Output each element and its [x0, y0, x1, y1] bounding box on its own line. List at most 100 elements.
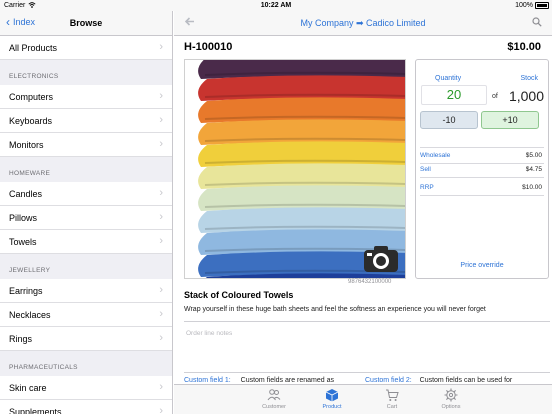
product-price: $10.00	[507, 41, 541, 53]
towel-layer	[198, 163, 405, 189]
chevron-right-icon: ›	[159, 235, 163, 247]
category-list: All Products › ELECTRONICS Computers › Ke…	[0, 36, 172, 414]
category-label: Supplements	[9, 406, 62, 414]
category-label: Earrings	[9, 285, 43, 296]
decrease-quantity-button[interactable]: -10	[420, 111, 478, 129]
product-detail-pane: My Company ➡ Cadico Limited H-100010 $10…	[174, 11, 552, 414]
browse-navbar: ‹ Index Browse	[0, 11, 172, 36]
wholesale-value: $5.00	[525, 152, 542, 159]
category-label: Computers	[9, 91, 54, 102]
custom-field-1-label: Custom field 1:	[184, 377, 231, 384]
chevron-right-icon: ›	[159, 332, 163, 344]
section-header: HOMEWARE	[9, 170, 51, 177]
category-label: Skin care	[9, 382, 47, 393]
category-label: All Products	[9, 42, 58, 53]
category-label: Necklaces	[9, 309, 51, 320]
status-time: 10:22 AM	[260, 2, 292, 9]
category-row[interactable]: Monitors ›	[0, 133, 172, 157]
divider	[420, 147, 544, 148]
browse-pane: ‹ Index Browse All Products › ELECTRONICS…	[0, 11, 173, 414]
chevron-right-icon: ›	[159, 90, 163, 102]
custom-field-2: Custom field 2: Custom fields can be use…	[365, 377, 512, 384]
tab-options[interactable]: Options	[426, 388, 476, 410]
category-label: Towels	[9, 236, 37, 247]
gear-icon	[444, 388, 458, 402]
chevron-right-icon: ›	[159, 308, 163, 320]
chevron-right-icon: ›	[159, 138, 163, 150]
wholesale-price-row: Wholesale $5.00	[420, 152, 542, 159]
divider	[420, 177, 544, 178]
towel-layer	[198, 119, 405, 145]
category-row[interactable]: Pillows ›	[0, 206, 172, 230]
tab-cart[interactable]: Cart	[367, 388, 417, 410]
product-icon	[325, 389, 339, 402]
stock-panel: Quantity Stock 20 of 1,000 -10 +10 Whole…	[415, 59, 549, 279]
category-label: Candles	[9, 188, 43, 199]
chevron-right-icon: ›	[159, 41, 163, 53]
product-sku: H-100010	[184, 41, 233, 53]
customer-icon	[267, 389, 281, 401]
custom-field-1-value: Custom fields are renamed as	[240, 377, 335, 384]
chevron-right-icon: ›	[159, 187, 163, 199]
category-row[interactable]: Skin care ›	[0, 376, 172, 400]
custom-field-2-value: Custom fields can be used for	[419, 377, 513, 384]
chevron-right-icon: ›	[159, 211, 163, 223]
section-header: PHARMACEUTICALS	[9, 364, 78, 371]
category-row[interactable]: Necklaces ›	[0, 303, 172, 327]
category-row[interactable]: Supplements ›	[0, 400, 172, 414]
section-header: ELECTRONICS	[9, 73, 59, 80]
section-header: JEWELLERY	[9, 267, 51, 274]
barcode-number: 9876432100000	[348, 279, 392, 285]
custom-field-2-label: Custom field 2:	[365, 377, 412, 384]
category-label: Keyboards	[9, 115, 53, 126]
rrp-price-row: RRP $10.00	[420, 184, 542, 191]
battery-icon	[535, 2, 549, 9]
quantity-label: Quantity	[435, 75, 462, 82]
chevron-right-icon: ›	[159, 284, 163, 296]
towel-layer	[198, 75, 405, 101]
divider	[420, 195, 544, 196]
tab-bar: Customer Product Cart Options	[174, 384, 552, 414]
product-navbar: My Company ➡ Cadico Limited	[174, 11, 552, 36]
towel-layer	[198, 207, 405, 233]
category-label: Pillows	[9, 212, 38, 223]
tab-cart-label: Cart	[386, 404, 398, 410]
divider	[420, 163, 544, 164]
category-row[interactable]: Candles ›	[0, 182, 172, 206]
wholesale-label: Wholesale	[420, 152, 451, 159]
category-row[interactable]: Towels ›	[0, 230, 172, 254]
towel-layer	[198, 141, 405, 167]
tab-product[interactable]: Product	[307, 388, 357, 410]
quantity-input[interactable]: 20	[421, 85, 487, 105]
rrp-value: $10.00	[522, 184, 542, 191]
battery-percent: 100%	[515, 2, 533, 9]
tab-customer[interactable]: Customer	[249, 388, 299, 410]
camera-icon[interactable]	[363, 244, 399, 274]
category-row[interactable]: Computers ›	[0, 85, 172, 109]
category-label: Rings	[9, 333, 33, 344]
category-row[interactable]: Earrings ›	[0, 279, 172, 303]
category-row[interactable]: All Products ›	[0, 36, 172, 60]
chevron-right-icon: ›	[159, 405, 163, 414]
category-label: Monitors	[9, 139, 44, 150]
product-image[interactable]	[184, 59, 406, 279]
sell-label: Sell	[420, 166, 431, 173]
breadcrumb[interactable]: My Company ➡ Cadico Limited	[174, 18, 552, 29]
sell-price-row: Sell $4.75	[420, 166, 542, 173]
price-override-button[interactable]: Price override	[416, 262, 548, 269]
tab-customer-label: Customer	[262, 404, 286, 410]
category-row[interactable]: Keyboards ›	[0, 109, 172, 133]
category-row[interactable]: Rings ›	[0, 327, 172, 351]
status-bar: Carrier 10:22 AM 100%	[0, 0, 552, 11]
product-name: Stack of Coloured Towels	[184, 290, 294, 300]
order-notes-field[interactable]: Order line notes	[184, 321, 550, 373]
cart-icon	[386, 389, 399, 401]
sell-value: $4.75	[525, 166, 542, 173]
product-description: Wrap yourself in these huge bath sheets …	[184, 306, 486, 313]
increase-quantity-button[interactable]: +10	[481, 111, 539, 129]
towel-layer	[198, 97, 405, 123]
tab-options-label: Options	[441, 404, 461, 410]
chevron-right-icon: ›	[159, 381, 163, 393]
custom-field-1: Custom field 1: Custom fields are rename…	[184, 377, 334, 384]
search-icon[interactable]	[532, 17, 542, 27]
